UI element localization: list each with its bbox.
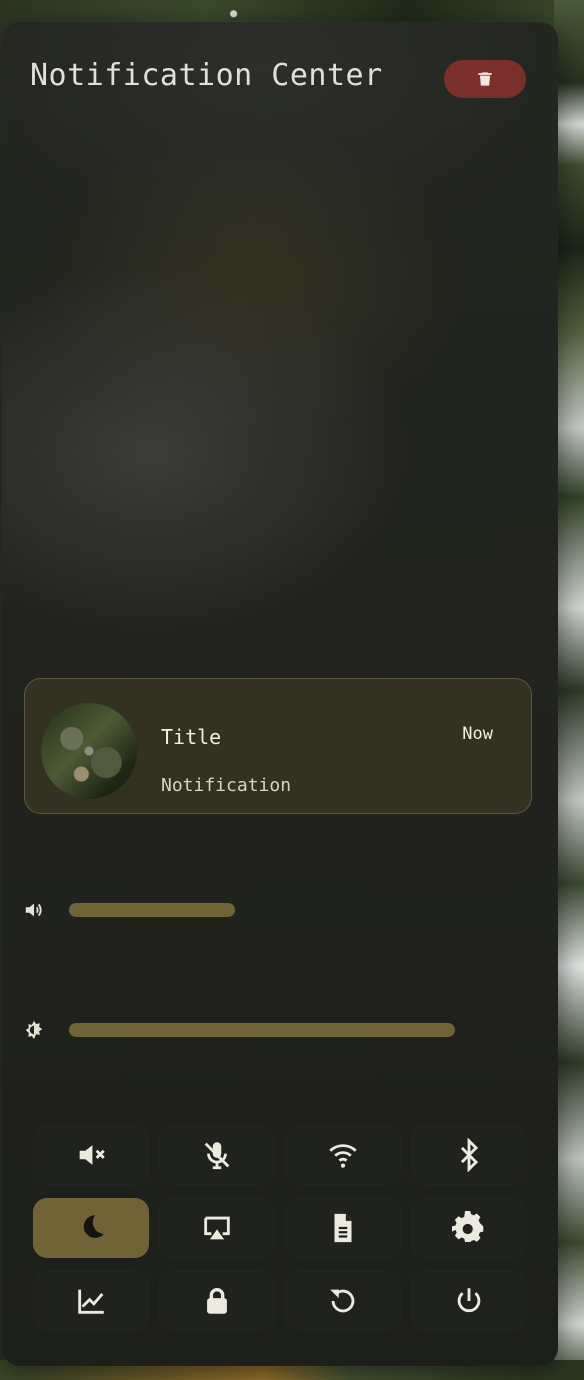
page-title: Notification Center	[30, 58, 383, 93]
toggle-do-not-disturb[interactable]	[33, 1198, 149, 1258]
lock-icon	[207, 1288, 227, 1314]
wifi-icon	[329, 1144, 357, 1168]
notification-thumbnail	[41, 703, 137, 799]
toggle-lock-screen[interactable]	[159, 1271, 275, 1331]
volume-slider-track[interactable]	[69, 903, 455, 917]
brightness-slider[interactable]	[23, 1019, 503, 1041]
clear-notifications-button[interactable]	[444, 60, 526, 98]
microphone-off-icon	[204, 1142, 230, 1170]
toggle-bluetooth[interactable]	[411, 1125, 527, 1185]
notification-time: Now	[462, 724, 493, 744]
notification-card[interactable]: Title Now Notification	[24, 678, 532, 814]
brightness-slider-fill	[69, 1023, 455, 1037]
trash-icon	[478, 72, 492, 86]
moon-icon	[83, 1215, 104, 1238]
bluetooth-icon	[460, 1138, 479, 1172]
brightness-icon	[25, 1020, 43, 1040]
chart-icon	[78, 1289, 104, 1314]
toggle-settings[interactable]	[411, 1198, 527, 1258]
toggle-mute-audio[interactable]	[33, 1125, 149, 1185]
notification-center-panel: Notification Center Title Now Notificati…	[2, 22, 558, 1366]
gear-icon	[452, 1211, 484, 1243]
notification-title: Title	[161, 725, 222, 749]
toggle-mute-microphone[interactable]	[159, 1125, 275, 1185]
toggle-screen-cast[interactable]	[159, 1198, 275, 1258]
wallpaper-edge	[554, 0, 584, 1380]
volume-slider-fill	[69, 903, 235, 917]
volume-slider[interactable]	[23, 899, 503, 921]
volume-mute-icon	[79, 1145, 105, 1165]
notification-body: Notification	[161, 775, 292, 796]
restart-icon	[330, 1289, 355, 1313]
quick-settings-grid	[33, 1125, 529, 1339]
toggle-system-monitor[interactable]	[33, 1271, 149, 1331]
cast-screen-icon	[204, 1216, 230, 1240]
toggle-document[interactable]	[285, 1198, 401, 1258]
volume-icon	[25, 903, 42, 917]
document-icon	[334, 1213, 353, 1243]
brightness-slider-track[interactable]	[69, 1023, 455, 1037]
toggle-power[interactable]	[411, 1271, 527, 1331]
toggle-wifi[interactable]	[285, 1125, 401, 1185]
toggle-restart[interactable]	[285, 1271, 401, 1331]
power-icon	[457, 1288, 481, 1313]
